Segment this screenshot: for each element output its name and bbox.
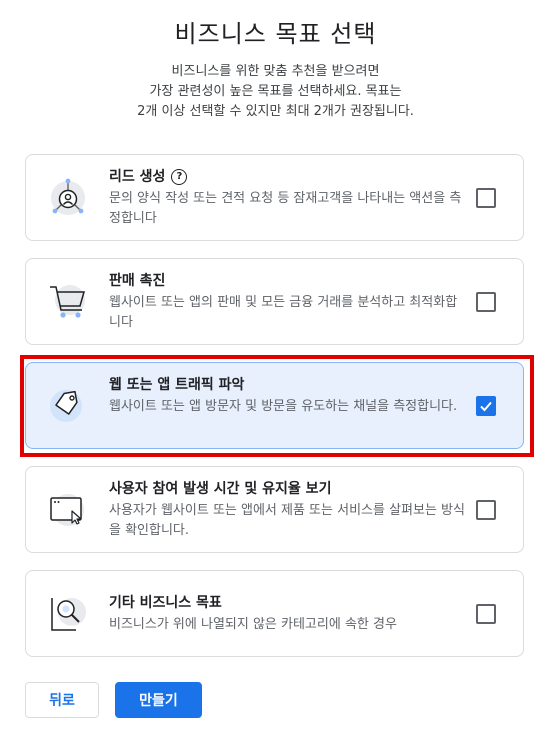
goal-description: 비즈니스가 위에 나열되지 않은 카테고리에 속한 경우 — [109, 617, 397, 632]
goal-title: 리드 생성 — [109, 169, 166, 185]
goal-card-lead-generation[interactable]: 리드 생성 ? 문의 양식 작성 또는 견적 요청 등 잠재고객을 나타내는 액… — [25, 154, 524, 241]
goal-card-engagement[interactable]: 사용자 참여 발생 시간 및 유지율 보기 사용자가 웹사이트 또는 앱에서 제… — [25, 466, 524, 553]
selection-highlight-frame — [20, 355, 534, 457]
subtitle-line: 2개 이상 선택할 수 있지만 최대 2개가 권장됩니다. — [137, 104, 414, 119]
lead-icon — [46, 176, 90, 220]
goal-card-sales[interactable]: 판매 촉진 웹사이트 또는 앱의 판매 및 모든 금융 거래를 분석하고 최적화… — [25, 258, 524, 345]
page-title: 비즈니스 목표 선택 — [174, 20, 377, 48]
goal-checkbox[interactable] — [476, 291, 496, 312]
subtitle-line: 비즈니스를 위한 맞춤 추천을 받으려면 — [171, 64, 380, 79]
goal-title: 기타 비즈니스 목표 — [109, 595, 222, 611]
goal-description: 문의 양식 작성 또는 견적 요청 등 잠재고객을 나타내는 액션을 측정합니다 — [109, 191, 462, 226]
goal-description: 사용자가 웹사이트 또는 앱에서 제품 또는 서비스를 살펴보는 방식을 확인합… — [109, 503, 465, 538]
goal-checkbox[interactable] — [476, 603, 496, 624]
browser-window-icon — [46, 488, 90, 532]
goal-title: 사용자 참여 발생 시간 및 유지율 보기 — [109, 481, 332, 497]
goal-description: 웹사이트 또는 앱의 판매 및 모든 금융 거래를 분석하고 최적화합니다 — [109, 295, 458, 330]
goal-checkbox[interactable] — [476, 499, 496, 520]
goal-card-other[interactable]: 기타 비즈니스 목표 비즈니스가 위에 나열되지 않은 카테고리에 속한 경우 — [25, 570, 524, 657]
goal-title: 판매 촉진 — [109, 273, 166, 289]
subtitle-line: 가장 관련성이 높은 목표를 선택하세요. 목표는 — [149, 84, 402, 99]
shopping-cart-icon — [46, 280, 90, 324]
magnifier-icon — [46, 592, 90, 636]
back-button[interactable]: 뒤로 — [25, 682, 99, 718]
goal-checkbox[interactable] — [476, 187, 496, 208]
create-button[interactable]: 만들기 — [115, 682, 202, 718]
page-subtitle: 비즈니스를 위한 맞춤 추천을 받으려면 가장 관련성이 높은 목표를 선택하세… — [30, 62, 521, 122]
help-icon[interactable]: ? — [171, 169, 188, 185]
